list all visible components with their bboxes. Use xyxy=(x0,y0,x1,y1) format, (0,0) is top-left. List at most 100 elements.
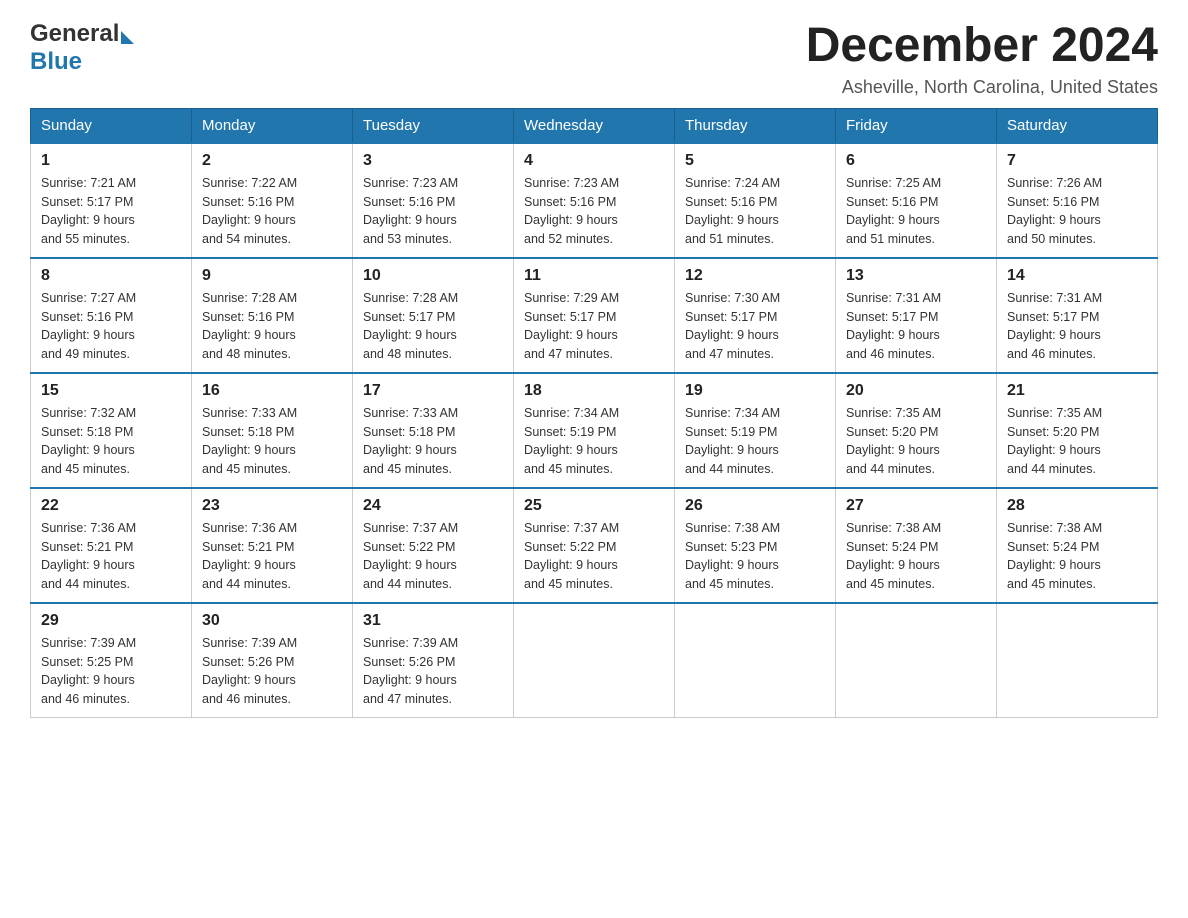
day-number: 10 xyxy=(363,267,503,285)
weekday-header-friday: Friday xyxy=(836,108,997,143)
calendar-body: 1 Sunrise: 7:21 AM Sunset: 5:17 PM Dayli… xyxy=(31,143,1158,718)
day-info: Sunrise: 7:22 AM Sunset: 5:16 PM Dayligh… xyxy=(202,174,342,249)
day-number: 9 xyxy=(202,267,342,285)
day-info: Sunrise: 7:34 AM Sunset: 5:19 PM Dayligh… xyxy=(524,404,664,479)
calendar-cell xyxy=(997,603,1158,718)
day-info: Sunrise: 7:21 AM Sunset: 5:17 PM Dayligh… xyxy=(41,174,181,249)
calendar-cell: 25 Sunrise: 7:37 AM Sunset: 5:22 PM Dayl… xyxy=(514,488,675,603)
day-info: Sunrise: 7:26 AM Sunset: 5:16 PM Dayligh… xyxy=(1007,174,1147,249)
location-subtitle: Asheville, North Carolina, United States xyxy=(806,77,1158,98)
day-number: 28 xyxy=(1007,497,1147,515)
weekday-header-monday: Monday xyxy=(192,108,353,143)
logo: General Blue xyxy=(30,20,134,76)
day-number: 12 xyxy=(685,267,825,285)
calendar-week-2: 8 Sunrise: 7:27 AM Sunset: 5:16 PM Dayli… xyxy=(31,258,1158,373)
day-info: Sunrise: 7:36 AM Sunset: 5:21 PM Dayligh… xyxy=(41,519,181,594)
calendar-header: SundayMondayTuesdayWednesdayThursdayFrid… xyxy=(31,108,1158,143)
calendar-cell: 17 Sunrise: 7:33 AM Sunset: 5:18 PM Dayl… xyxy=(353,373,514,488)
logo-blue-text: Blue xyxy=(30,48,82,76)
calendar-cell: 2 Sunrise: 7:22 AM Sunset: 5:16 PM Dayli… xyxy=(192,143,353,258)
day-info: Sunrise: 7:31 AM Sunset: 5:17 PM Dayligh… xyxy=(1007,289,1147,364)
calendar-cell: 1 Sunrise: 7:21 AM Sunset: 5:17 PM Dayli… xyxy=(31,143,192,258)
day-number: 20 xyxy=(846,382,986,400)
day-info: Sunrise: 7:37 AM Sunset: 5:22 PM Dayligh… xyxy=(363,519,503,594)
day-number: 14 xyxy=(1007,267,1147,285)
day-number: 16 xyxy=(202,382,342,400)
day-number: 22 xyxy=(41,497,181,515)
calendar-cell xyxy=(675,603,836,718)
calendar-cell: 30 Sunrise: 7:39 AM Sunset: 5:26 PM Dayl… xyxy=(192,603,353,718)
calendar-table: SundayMondayTuesdayWednesdayThursdayFrid… xyxy=(30,108,1158,718)
month-title: December 2024 xyxy=(806,20,1158,73)
calendar-cell: 8 Sunrise: 7:27 AM Sunset: 5:16 PM Dayli… xyxy=(31,258,192,373)
calendar-cell: 29 Sunrise: 7:39 AM Sunset: 5:25 PM Dayl… xyxy=(31,603,192,718)
day-number: 31 xyxy=(363,612,503,630)
day-number: 5 xyxy=(685,152,825,170)
title-section: December 2024 Asheville, North Carolina,… xyxy=(806,20,1158,98)
weekday-header-saturday: Saturday xyxy=(997,108,1158,143)
day-info: Sunrise: 7:33 AM Sunset: 5:18 PM Dayligh… xyxy=(202,404,342,479)
calendar-cell: 23 Sunrise: 7:36 AM Sunset: 5:21 PM Dayl… xyxy=(192,488,353,603)
calendar-cell: 12 Sunrise: 7:30 AM Sunset: 5:17 PM Dayl… xyxy=(675,258,836,373)
day-info: Sunrise: 7:35 AM Sunset: 5:20 PM Dayligh… xyxy=(1007,404,1147,479)
day-info: Sunrise: 7:28 AM Sunset: 5:17 PM Dayligh… xyxy=(363,289,503,364)
day-number: 13 xyxy=(846,267,986,285)
weekday-header-tuesday: Tuesday xyxy=(353,108,514,143)
day-info: Sunrise: 7:36 AM Sunset: 5:21 PM Dayligh… xyxy=(202,519,342,594)
calendar-cell: 28 Sunrise: 7:38 AM Sunset: 5:24 PM Dayl… xyxy=(997,488,1158,603)
calendar-week-3: 15 Sunrise: 7:32 AM Sunset: 5:18 PM Dayl… xyxy=(31,373,1158,488)
logo-triangle-icon xyxy=(121,31,134,44)
calendar-cell: 6 Sunrise: 7:25 AM Sunset: 5:16 PM Dayli… xyxy=(836,143,997,258)
day-number: 6 xyxy=(846,152,986,170)
day-number: 7 xyxy=(1007,152,1147,170)
day-info: Sunrise: 7:33 AM Sunset: 5:18 PM Dayligh… xyxy=(363,404,503,479)
calendar-cell: 21 Sunrise: 7:35 AM Sunset: 5:20 PM Dayl… xyxy=(997,373,1158,488)
day-info: Sunrise: 7:38 AM Sunset: 5:24 PM Dayligh… xyxy=(846,519,986,594)
day-info: Sunrise: 7:34 AM Sunset: 5:19 PM Dayligh… xyxy=(685,404,825,479)
calendar-week-5: 29 Sunrise: 7:39 AM Sunset: 5:25 PM Dayl… xyxy=(31,603,1158,718)
day-number: 8 xyxy=(41,267,181,285)
day-number: 11 xyxy=(524,267,664,285)
calendar-cell: 20 Sunrise: 7:35 AM Sunset: 5:20 PM Dayl… xyxy=(836,373,997,488)
day-number: 18 xyxy=(524,382,664,400)
day-number: 23 xyxy=(202,497,342,515)
calendar-cell: 16 Sunrise: 7:33 AM Sunset: 5:18 PM Dayl… xyxy=(192,373,353,488)
calendar-cell: 7 Sunrise: 7:26 AM Sunset: 5:16 PM Dayli… xyxy=(997,143,1158,258)
day-info: Sunrise: 7:32 AM Sunset: 5:18 PM Dayligh… xyxy=(41,404,181,479)
calendar-cell: 18 Sunrise: 7:34 AM Sunset: 5:19 PM Dayl… xyxy=(514,373,675,488)
weekday-header-sunday: Sunday xyxy=(31,108,192,143)
calendar-cell xyxy=(836,603,997,718)
day-info: Sunrise: 7:24 AM Sunset: 5:16 PM Dayligh… xyxy=(685,174,825,249)
day-info: Sunrise: 7:30 AM Sunset: 5:17 PM Dayligh… xyxy=(685,289,825,364)
logo-general-text: General xyxy=(30,20,119,48)
calendar-cell: 5 Sunrise: 7:24 AM Sunset: 5:16 PM Dayli… xyxy=(675,143,836,258)
day-number: 3 xyxy=(363,152,503,170)
calendar-week-1: 1 Sunrise: 7:21 AM Sunset: 5:17 PM Dayli… xyxy=(31,143,1158,258)
calendar-cell: 10 Sunrise: 7:28 AM Sunset: 5:17 PM Dayl… xyxy=(353,258,514,373)
day-number: 17 xyxy=(363,382,503,400)
day-info: Sunrise: 7:39 AM Sunset: 5:26 PM Dayligh… xyxy=(202,634,342,709)
day-number: 26 xyxy=(685,497,825,515)
day-info: Sunrise: 7:31 AM Sunset: 5:17 PM Dayligh… xyxy=(846,289,986,364)
calendar-cell: 24 Sunrise: 7:37 AM Sunset: 5:22 PM Dayl… xyxy=(353,488,514,603)
calendar-cell: 15 Sunrise: 7:32 AM Sunset: 5:18 PM Dayl… xyxy=(31,373,192,488)
day-number: 21 xyxy=(1007,382,1147,400)
calendar-cell: 19 Sunrise: 7:34 AM Sunset: 5:19 PM Dayl… xyxy=(675,373,836,488)
calendar-cell: 14 Sunrise: 7:31 AM Sunset: 5:17 PM Dayl… xyxy=(997,258,1158,373)
calendar-cell: 11 Sunrise: 7:29 AM Sunset: 5:17 PM Dayl… xyxy=(514,258,675,373)
day-info: Sunrise: 7:27 AM Sunset: 5:16 PM Dayligh… xyxy=(41,289,181,364)
day-number: 1 xyxy=(41,152,181,170)
day-info: Sunrise: 7:39 AM Sunset: 5:26 PM Dayligh… xyxy=(363,634,503,709)
day-number: 15 xyxy=(41,382,181,400)
calendar-cell: 9 Sunrise: 7:28 AM Sunset: 5:16 PM Dayli… xyxy=(192,258,353,373)
weekday-header-thursday: Thursday xyxy=(675,108,836,143)
day-info: Sunrise: 7:23 AM Sunset: 5:16 PM Dayligh… xyxy=(363,174,503,249)
day-number: 29 xyxy=(41,612,181,630)
day-info: Sunrise: 7:23 AM Sunset: 5:16 PM Dayligh… xyxy=(524,174,664,249)
day-number: 2 xyxy=(202,152,342,170)
day-number: 30 xyxy=(202,612,342,630)
day-number: 24 xyxy=(363,497,503,515)
day-info: Sunrise: 7:35 AM Sunset: 5:20 PM Dayligh… xyxy=(846,404,986,479)
day-number: 25 xyxy=(524,497,664,515)
day-info: Sunrise: 7:37 AM Sunset: 5:22 PM Dayligh… xyxy=(524,519,664,594)
